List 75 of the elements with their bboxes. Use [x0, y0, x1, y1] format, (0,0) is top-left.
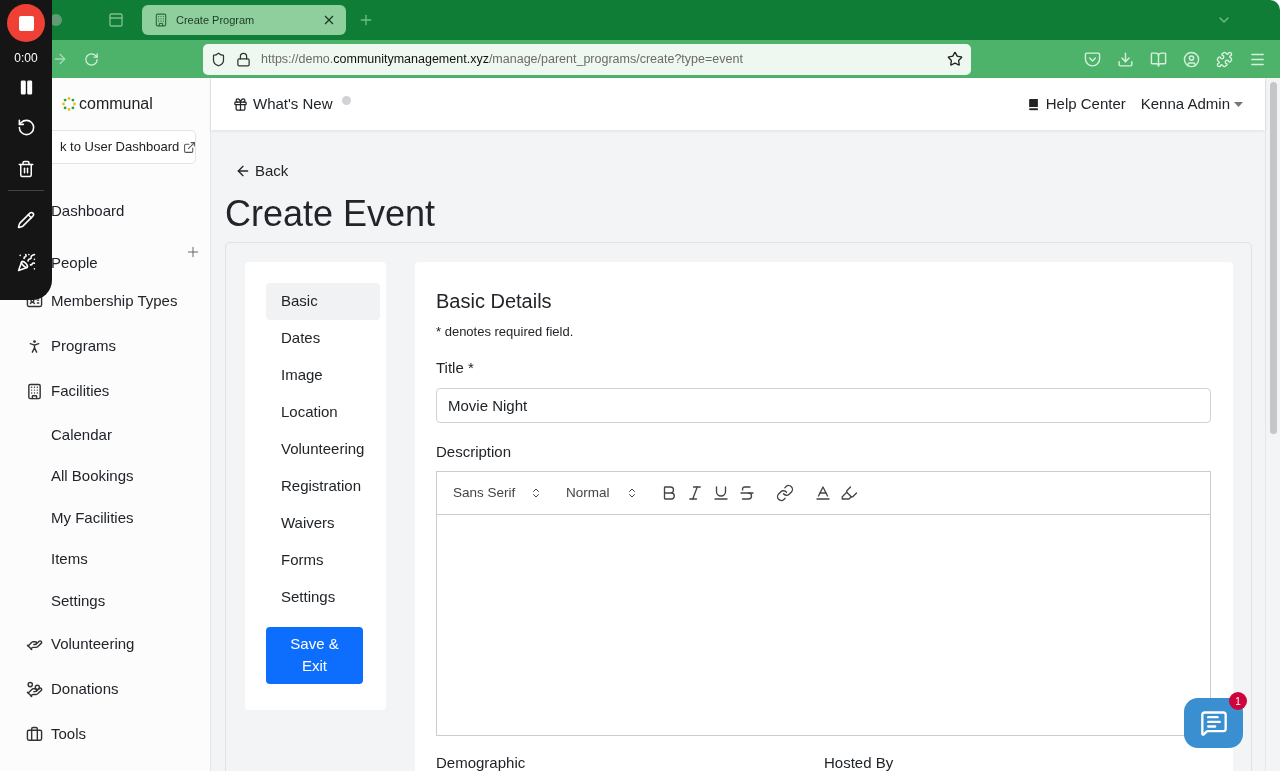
sidebar-item[interactable]: Programs: [51, 335, 201, 358]
sidebar-item[interactable]: Tools: [51, 722, 201, 746]
font-select[interactable]: Sans Serif: [453, 482, 550, 504]
sidebar-subitem[interactable]: Settings: [51, 589, 106, 612]
back-to-dashboard-button[interactable]: k to User Dashboard: [52, 130, 196, 164]
underline-icon[interactable]: [712, 484, 730, 502]
italic-icon[interactable]: [686, 484, 704, 502]
title-label: Title *: [436, 358, 474, 378]
sidebar-subitem[interactable]: Items: [51, 548, 88, 571]
briefcase-icon: [26, 725, 43, 743]
extensions-icon: [1216, 50, 1233, 68]
step-tab[interactable]: Settings: [266, 578, 380, 616]
strikethrough-icon[interactable]: [738, 484, 756, 502]
size-select[interactable]: Normal: [566, 482, 646, 504]
sidebar-item[interactable]: Dashboard: [51, 200, 201, 223]
text-color-icon[interactable]: [814, 484, 832, 502]
section-heading: Basic Details: [436, 288, 553, 313]
scrollbar[interactable]: [1265, 78, 1280, 771]
description-label: Description: [436, 441, 512, 462]
external-link-icon: [183, 140, 197, 154]
user-menu[interactable]: Kenna Admin: [1140, 92, 1243, 116]
field-label: Demographic: [436, 753, 527, 771]
step-tab[interactable]: Volunteering: [266, 430, 380, 468]
party-popper-icon[interactable]: [16, 253, 36, 272]
restart-icon[interactable]: [16, 118, 36, 137]
up-down-arrows-icon: [530, 487, 542, 499]
step-tab[interactable]: Basic: [266, 282, 380, 320]
rich-text-editor[interactable]: Sans Serif Normal: [436, 471, 1211, 736]
pen-icon[interactable]: [17, 211, 35, 229]
caret-icon: [1234, 101, 1243, 107]
sidebar-item[interactable]: Volunteering: [51, 632, 201, 656]
step-tab[interactable]: Forms: [266, 541, 380, 579]
sidebar-subitem[interactable]: Calendar: [51, 423, 112, 446]
field-label: Hosted By: [824, 753, 895, 771]
hand-coins-icon: [26, 680, 43, 698]
pocket-icon: [1084, 50, 1101, 68]
chat-button[interactable]: [1184, 698, 1243, 748]
sidebar-subitem[interactable]: All Bookings: [51, 465, 134, 488]
link-icon[interactable]: [776, 484, 794, 502]
building-icon: [26, 383, 43, 400]
up-down-arrows-icon: [626, 487, 638, 499]
step-tab[interactable]: Location: [266, 393, 380, 431]
sidebar-item[interactable]: Membership Types: [51, 290, 201, 313]
highlight-icon[interactable]: [840, 484, 858, 502]
browser-tab[interactable]: Create Program: [142, 5, 346, 35]
whats-new-link[interactable]: What's New: [233, 92, 333, 116]
reader-icon: [1150, 50, 1167, 68]
shield-icon: [211, 51, 226, 67]
close-icon[interactable]: [324, 15, 334, 25]
recording-time: 0:00: [14, 50, 38, 67]
page-title: Create Event: [225, 191, 437, 236]
title-field[interactable]: Movie Night: [436, 387, 1211, 423]
step-tab[interactable]: Dates: [266, 319, 380, 357]
address-bar[interactable]: https://demo.communitymanagement.xyz/manage/parent_programs/create?type=event: [203, 43, 971, 75]
required-note: * denotes required field.: [436, 322, 575, 341]
lock-icon: [236, 51, 251, 67]
step-tab[interactable]: Waivers: [266, 504, 380, 542]
back-link[interactable]: Back: [235, 160, 289, 183]
gift-icon: [233, 96, 248, 112]
download-icon: [1117, 50, 1134, 68]
help-center-link[interactable]: Help Center: [1025, 92, 1126, 116]
stop-button[interactable]: [7, 4, 45, 42]
account-icon: [1183, 50, 1200, 68]
sidebar-item[interactable]: Facilities: [51, 380, 201, 403]
sidebar-item[interactable]: People: [51, 238, 201, 275]
bookmark-star-icon[interactable]: [947, 51, 963, 67]
logo-icon: [62, 97, 76, 111]
sidebar-subitem[interactable]: My Facilities: [51, 506, 134, 529]
logo-text: communal: [79, 94, 153, 114]
save-exit-button[interactable]: Save & Exit: [266, 626, 363, 684]
step-tab[interactable]: Registration: [266, 467, 380, 505]
chat-icon: [1199, 709, 1228, 737]
step-tab[interactable]: Image: [266, 356, 380, 394]
trash-icon[interactable]: [17, 160, 35, 178]
sidebar-item[interactable]: Donations: [51, 677, 201, 701]
